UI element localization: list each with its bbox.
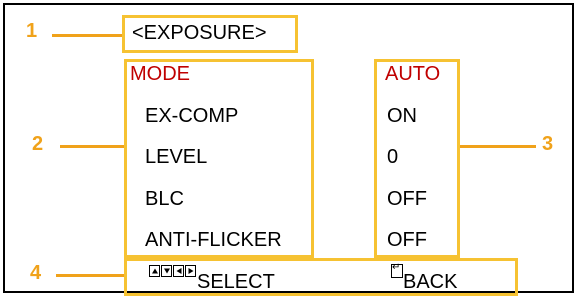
callout-3-leader (460, 145, 536, 148)
menu-item-value-blc[interactable]: OFF (387, 188, 427, 211)
callout-3: 3 (542, 133, 554, 155)
callout-1-leader (52, 34, 122, 37)
footer-select-label: SELECT (197, 271, 275, 293)
callout-2: 2 (32, 133, 44, 155)
left-arrow-key-icon (173, 265, 184, 277)
callout-2-leader (60, 145, 124, 148)
menu-item-label-ex-comp[interactable]: EX-COMP (145, 105, 238, 128)
callout-4-leader (56, 274, 124, 277)
menu-item-value-ex-comp[interactable]: ON (387, 105, 417, 128)
footer-back-label[interactable]: BACK (403, 271, 457, 294)
callout-4: 4 (30, 262, 42, 284)
down-arrow-key-icon (161, 265, 172, 277)
menu-item-label-anti-flicker[interactable]: ANTI-FLICKER (145, 229, 282, 252)
menu-title: <EXPOSURE> (132, 22, 267, 44)
menu-item-value-mode[interactable]: AUTO (385, 63, 440, 86)
right-arrow-key-icon (185, 265, 196, 277)
menu-item-value-level[interactable]: 0 (387, 146, 398, 169)
up-arrow-key-icon (149, 265, 160, 277)
menu-item-value-anti-flicker[interactable]: OFF (387, 229, 427, 252)
menu-item-label-level[interactable]: LEVEL (145, 146, 207, 169)
callout-1: 1 (26, 20, 38, 42)
menu-item-label-mode[interactable]: MODE (130, 63, 190, 86)
navigation-keys (149, 265, 197, 279)
menu-item-label-blc[interactable]: BLC (145, 188, 184, 211)
back-enter-icon (391, 262, 403, 278)
